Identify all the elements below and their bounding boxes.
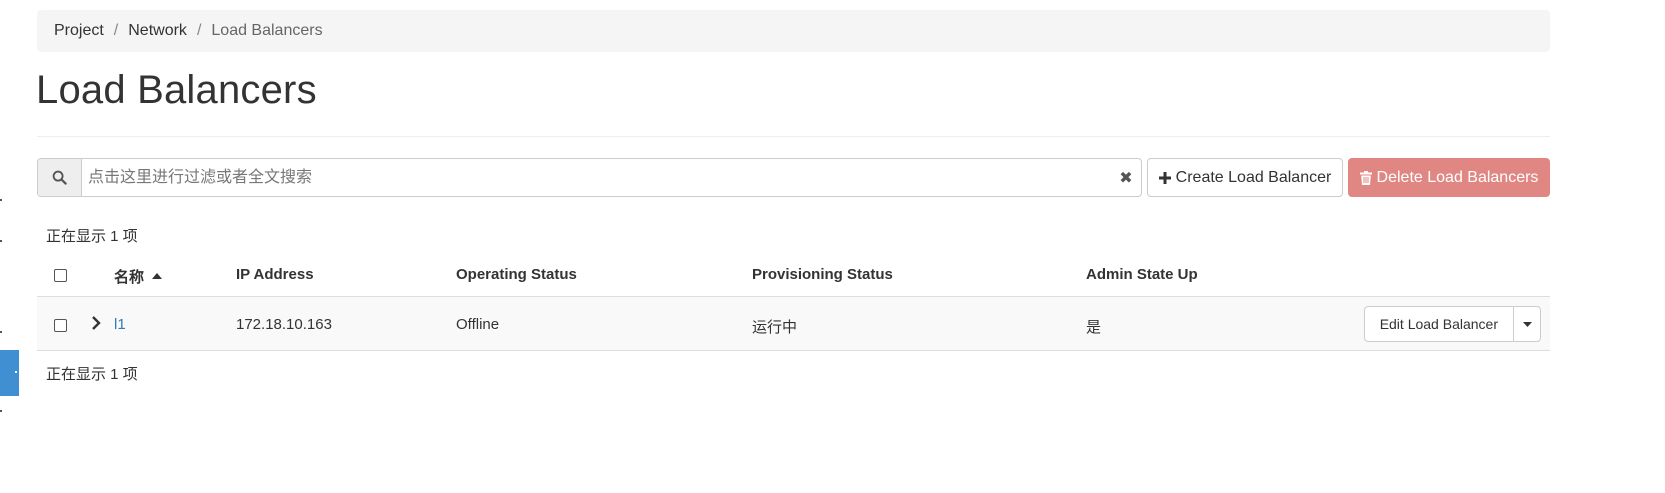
search-bar: ✖: [37, 158, 1142, 197]
ip-address-cell: 172.18.10.163: [236, 316, 332, 333]
sidebar-tick: [0, 331, 2, 333]
sidebar-item-active[interactable]: [0, 350, 19, 396]
column-header-admin-state-up[interactable]: Admin State Up: [1086, 266, 1198, 283]
close-icon[interactable]: ✖: [1111, 159, 1141, 196]
search-icon[interactable]: [38, 159, 82, 196]
chevron-down-icon[interactable]: [1514, 307, 1540, 341]
load-balancers-table: 名称 IP Address Operating Status Provision…: [37, 253, 1550, 298]
provisioning-status-cell: 运行中: [752, 319, 798, 336]
table-row: l1 172.18.10.163 Offline 运行中 是 Edit Load…: [37, 297, 1550, 351]
breadcrumb-separator: /: [113, 22, 119, 39]
sidebar-tick: [0, 410, 2, 412]
create-load-balancer-label: Create Load Balancer: [1175, 168, 1332, 186]
delete-load-balancers-button[interactable]: Delete Load Balancers: [1348, 158, 1550, 197]
title-divider: [37, 136, 1550, 137]
page: Project / Network / Load Balancers Load …: [0, 0, 1665, 493]
row-select-checkbox[interactable]: [54, 319, 67, 332]
sidebar-tick: [0, 240, 2, 242]
breadcrumb-load-balancers: Load Balancers: [211, 22, 323, 39]
sidebar-tick: [0, 199, 2, 201]
search-input[interactable]: [82, 159, 1111, 196]
load-balancer-name-link[interactable]: l1: [114, 316, 126, 333]
column-header-provisioning-status[interactable]: Provisioning Status: [752, 266, 893, 283]
chevron-right-icon[interactable]: [91, 316, 101, 334]
row-actions: Edit Load Balancer: [1363, 306, 1541, 342]
item-count-bottom: 正在显示 1 项: [46, 366, 138, 383]
column-header-name-label: 名称: [114, 269, 145, 286]
plus-icon: [1158, 171, 1171, 184]
table-header: 名称 IP Address Operating Status Provision…: [37, 253, 1550, 298]
column-header-name[interactable]: 名称: [114, 266, 163, 287]
select-all-checkbox[interactable]: [54, 269, 67, 282]
operating-status-cell: Offline: [456, 316, 500, 333]
column-header-operating-status[interactable]: Operating Status: [456, 266, 577, 283]
breadcrumb: Project / Network / Load Balancers: [37, 10, 1550, 52]
sort-ascending-icon: [152, 266, 163, 283]
page-title: Load Balancers: [36, 68, 317, 112]
breadcrumb-project[interactable]: Project: [54, 22, 104, 40]
delete-load-balancers-label: Delete Load Balancers: [1376, 168, 1539, 186]
item-count-top: 正在显示 1 项: [46, 228, 138, 245]
trash-icon: [1359, 170, 1372, 185]
admin-state-up-cell: 是: [1086, 319, 1102, 336]
breadcrumb-separator: /: [196, 22, 202, 39]
breadcrumb-network[interactable]: Network: [128, 22, 187, 40]
edit-load-balancer-button[interactable]: Edit Load Balancer: [1365, 307, 1514, 341]
column-header-ip-address[interactable]: IP Address: [236, 266, 314, 283]
sidebar-item-mark: [15, 371, 17, 373]
create-load-balancer-button[interactable]: Create Load Balancer: [1147, 158, 1343, 197]
